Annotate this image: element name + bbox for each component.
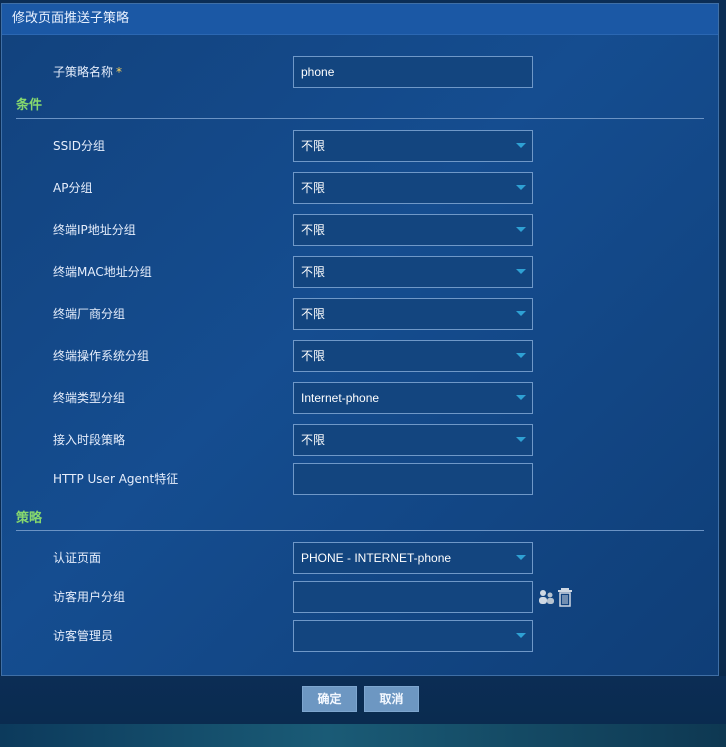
policy-row-auth-page: 认证页面 PHONE - INTERNET-phone (2, 542, 718, 574)
user-group-icon[interactable] (537, 588, 555, 606)
dialog-title: 修改页面推送子策略 (2, 4, 718, 35)
terminal-vendor-group-label: 终端厂商分组 (53, 307, 126, 321)
terminal-ip-group-select[interactable]: 不限 (293, 214, 533, 246)
access-time-policy-select[interactable]: 不限 (293, 424, 533, 456)
access-time-policy-label: 接入时段策略 (53, 433, 126, 447)
ssid-group-label: SSID分组 (53, 139, 106, 153)
trash-icon[interactable] (557, 587, 573, 607)
subpolicy-name-label: 子策略名称 * (53, 56, 122, 88)
conditions-section-title: 条件 (16, 98, 43, 113)
confirm-button[interactable]: 确定 (302, 686, 357, 712)
condition-row-os: 终端操作系统分组 不限 (2, 340, 718, 372)
condition-row-mac: 终端MAC地址分组 不限 (2, 256, 718, 288)
ssid-group-select[interactable]: 不限 (293, 130, 533, 162)
subpolicy-name-text: 子策略名称 (53, 65, 114, 79)
name-row: 子策略名称 * phone (2, 56, 718, 88)
condition-row-time: 接入时段策略 不限 (2, 424, 718, 456)
conditions-divider (16, 118, 704, 119)
terminal-mac-group-select[interactable]: 不限 (293, 256, 533, 288)
ap-group-select[interactable]: 不限 (293, 172, 533, 204)
policy-divider (16, 530, 704, 531)
guest-user-group-label: 访客用户分组 (53, 590, 126, 604)
policy-row-guest-group: 访客用户分组 (2, 581, 718, 613)
terminal-ip-group-label: 终端IP地址分组 (53, 223, 136, 237)
terminal-os-group-label: 终端操作系统分组 (53, 349, 150, 363)
condition-row-ua: HTTP User Agent特征 (2, 463, 718, 495)
policy-row-guest-admin: 访客管理员 (2, 620, 718, 652)
condition-row-vendor: 终端厂商分组 不限 (2, 298, 718, 330)
guest-user-group-input[interactable] (293, 581, 533, 613)
guest-admin-select[interactable] (293, 620, 533, 652)
guest-admin-label: 访客管理员 (53, 629, 114, 643)
ap-group-label: AP分组 (53, 181, 93, 195)
condition-row-ip: 终端IP地址分组 不限 (2, 214, 718, 246)
required-mark: * (116, 65, 123, 79)
guest-group-actions (537, 587, 577, 609)
subpolicy-name-input[interactable]: phone (293, 56, 533, 88)
http-user-agent-input[interactable] (293, 463, 533, 495)
terminal-vendor-group-select[interactable]: 不限 (293, 298, 533, 330)
terminal-mac-group-label: 终端MAC地址分组 (53, 265, 152, 279)
terminal-type-group-label: 终端类型分组 (53, 391, 126, 405)
http-user-agent-label: HTTP User Agent特征 (53, 472, 179, 486)
condition-row-ssid: SSID分组 不限 (2, 130, 718, 162)
edit-subpolicy-dialog: 修改页面推送子策略 子策略名称 * phone 条件 SSID分组 不限 AP分组… (1, 3, 719, 676)
condition-row-ap: AP分组 不限 (2, 172, 718, 204)
cancel-button[interactable]: 取消 (364, 686, 419, 712)
terminal-type-group-select[interactable]: Internet-phone (293, 382, 533, 414)
policy-section-title: 策略 (16, 511, 43, 526)
page-bottom-background (0, 724, 726, 747)
auth-page-select[interactable]: PHONE - INTERNET-phone (293, 542, 533, 574)
terminal-os-group-select[interactable]: 不限 (293, 340, 533, 372)
dialog-footer: 确定 取消 (0, 676, 726, 724)
auth-page-label: 认证页面 (53, 551, 102, 565)
condition-row-type: 终端类型分组 Internet-phone (2, 382, 718, 414)
